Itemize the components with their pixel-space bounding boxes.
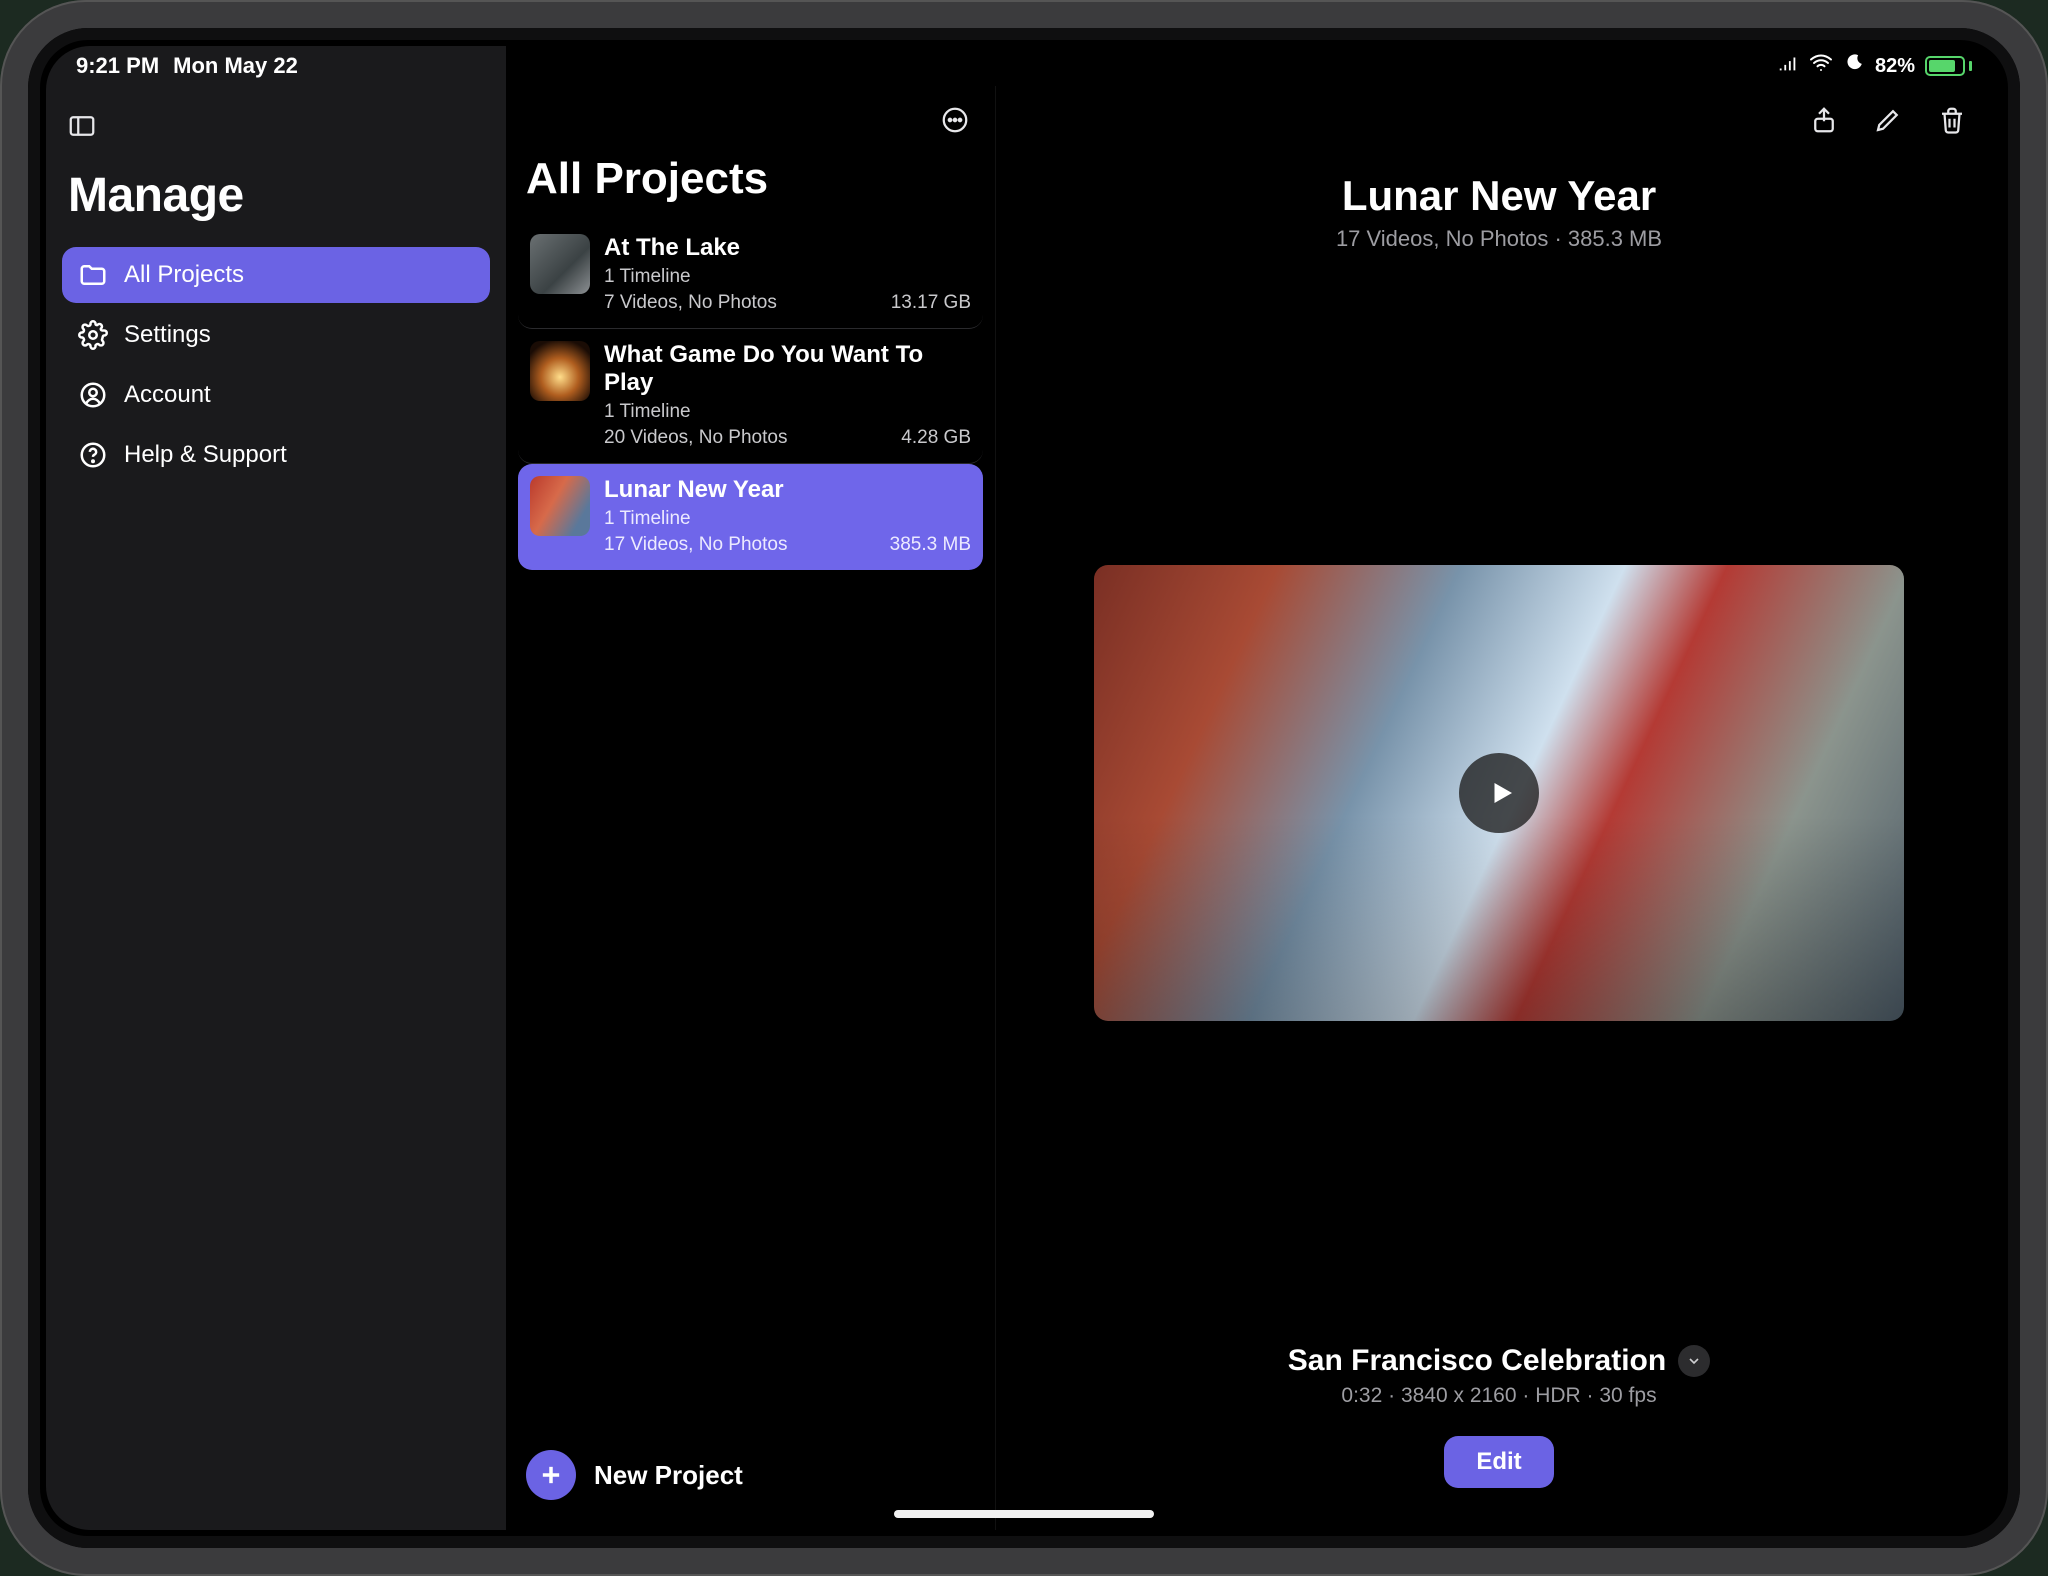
folder-icon: [78, 260, 108, 290]
project-thumbnail: [530, 341, 590, 401]
project-size: 13.17 GB: [891, 292, 971, 314]
home-indicator[interactable]: [894, 1510, 1154, 1518]
battery-icon: [1925, 56, 1972, 76]
project-title: Lunar New Year: [604, 476, 971, 504]
status-date: Mon May 22: [173, 53, 298, 79]
wifi-icon: [1809, 51, 1833, 81]
screen: 9:21 PM Mon May 22 82%: [46, 46, 2002, 1530]
project-size: 385.3 MB: [890, 534, 971, 556]
status-bar: 9:21 PM Mon May 22 82%: [46, 46, 2002, 86]
edit-icon[interactable]: [1868, 100, 1908, 140]
toggle-sidebar-icon[interactable]: [62, 106, 102, 146]
sidebar-item-label: Account: [124, 381, 211, 409]
sidebar-item-label: Settings: [124, 321, 211, 349]
help-icon: [78, 440, 108, 470]
project-media: 7 Videos, No Photos: [604, 292, 777, 314]
sidebar-item-label: All Projects: [124, 261, 244, 289]
project-detail: Lunar New Year 17 Videos, No Photos · 38…: [996, 86, 2002, 1530]
clip-preview[interactable]: [1094, 565, 1904, 1021]
do-not-disturb-icon: [1843, 52, 1865, 80]
ipad-device-frame: 9:21 PM Mon May 22 82%: [0, 0, 2048, 1576]
project-row[interactable]: What Game Do You Want To Play 1 Timeline…: [518, 329, 983, 464]
add-icon[interactable]: [526, 1450, 576, 1500]
projects-list: At The Lake 1 Timeline 7 Videos, No Phot…: [506, 222, 995, 1432]
share-icon[interactable]: [1804, 100, 1844, 140]
signal-icon: [1777, 52, 1799, 80]
sidebar-item-label: Help & Support: [124, 441, 287, 469]
project-title: What Game Do You Want To Play: [604, 341, 971, 397]
app-root: Manage All Projects Settings Account: [46, 86, 2002, 1530]
projects-heading: All Projects: [526, 154, 995, 204]
project-row[interactable]: At The Lake 1 Timeline 7 Videos, No Phot…: [518, 222, 983, 329]
project-size: 4.28 GB: [901, 427, 971, 449]
detail-title: Lunar New Year: [996, 172, 2002, 220]
sidebar-item-all-projects[interactable]: All Projects: [62, 247, 490, 303]
sidebar-item-settings[interactable]: Settings: [62, 307, 490, 363]
project-media: 20 Videos, No Photos: [604, 427, 787, 449]
project-media: 17 Videos, No Photos: [604, 534, 787, 556]
chevron-down-icon[interactable]: [1678, 1345, 1710, 1377]
sidebar-title: Manage: [68, 168, 490, 223]
clip-title: San Francisco Celebration: [1288, 1344, 1666, 1378]
project-title: At The Lake: [604, 234, 971, 262]
new-project-label: New Project: [594, 1460, 743, 1491]
more-options-icon[interactable]: [935, 100, 975, 140]
status-time: 9:21 PM: [76, 53, 159, 79]
sidebar-item-account[interactable]: Account: [62, 367, 490, 423]
detail-subtitle: 17 Videos, No Photos · 385.3 MB: [996, 226, 2002, 252]
preview-area: [996, 252, 2002, 1334]
edit-button[interactable]: Edit: [1444, 1436, 1553, 1488]
trash-icon[interactable]: [1932, 100, 1972, 140]
project-timelines: 1 Timeline: [604, 508, 971, 530]
person-icon: [78, 380, 108, 410]
project-timelines: 1 Timeline: [604, 266, 971, 288]
project-timelines: 1 Timeline: [604, 401, 971, 423]
project-thumbnail: [530, 234, 590, 294]
battery-percent: 82%: [1875, 55, 1915, 78]
gear-icon: [78, 320, 108, 350]
projects-column: All Projects At The Lake 1 Timeline 7 Vi…: [506, 86, 996, 1530]
project-row-selected[interactable]: Lunar New Year 1 Timeline 17 Videos, No …: [518, 464, 983, 570]
clip-metadata: 0:32 · 3840 x 2160 · HDR · 30 fps: [996, 1384, 2002, 1408]
sidebar-nav: All Projects Settings Account Help & Sup…: [62, 247, 490, 483]
project-thumbnail: [530, 476, 590, 536]
play-icon[interactable]: [1459, 753, 1539, 833]
sidebar: Manage All Projects Settings Account: [46, 86, 506, 1530]
sidebar-item-help[interactable]: Help & Support: [62, 427, 490, 483]
